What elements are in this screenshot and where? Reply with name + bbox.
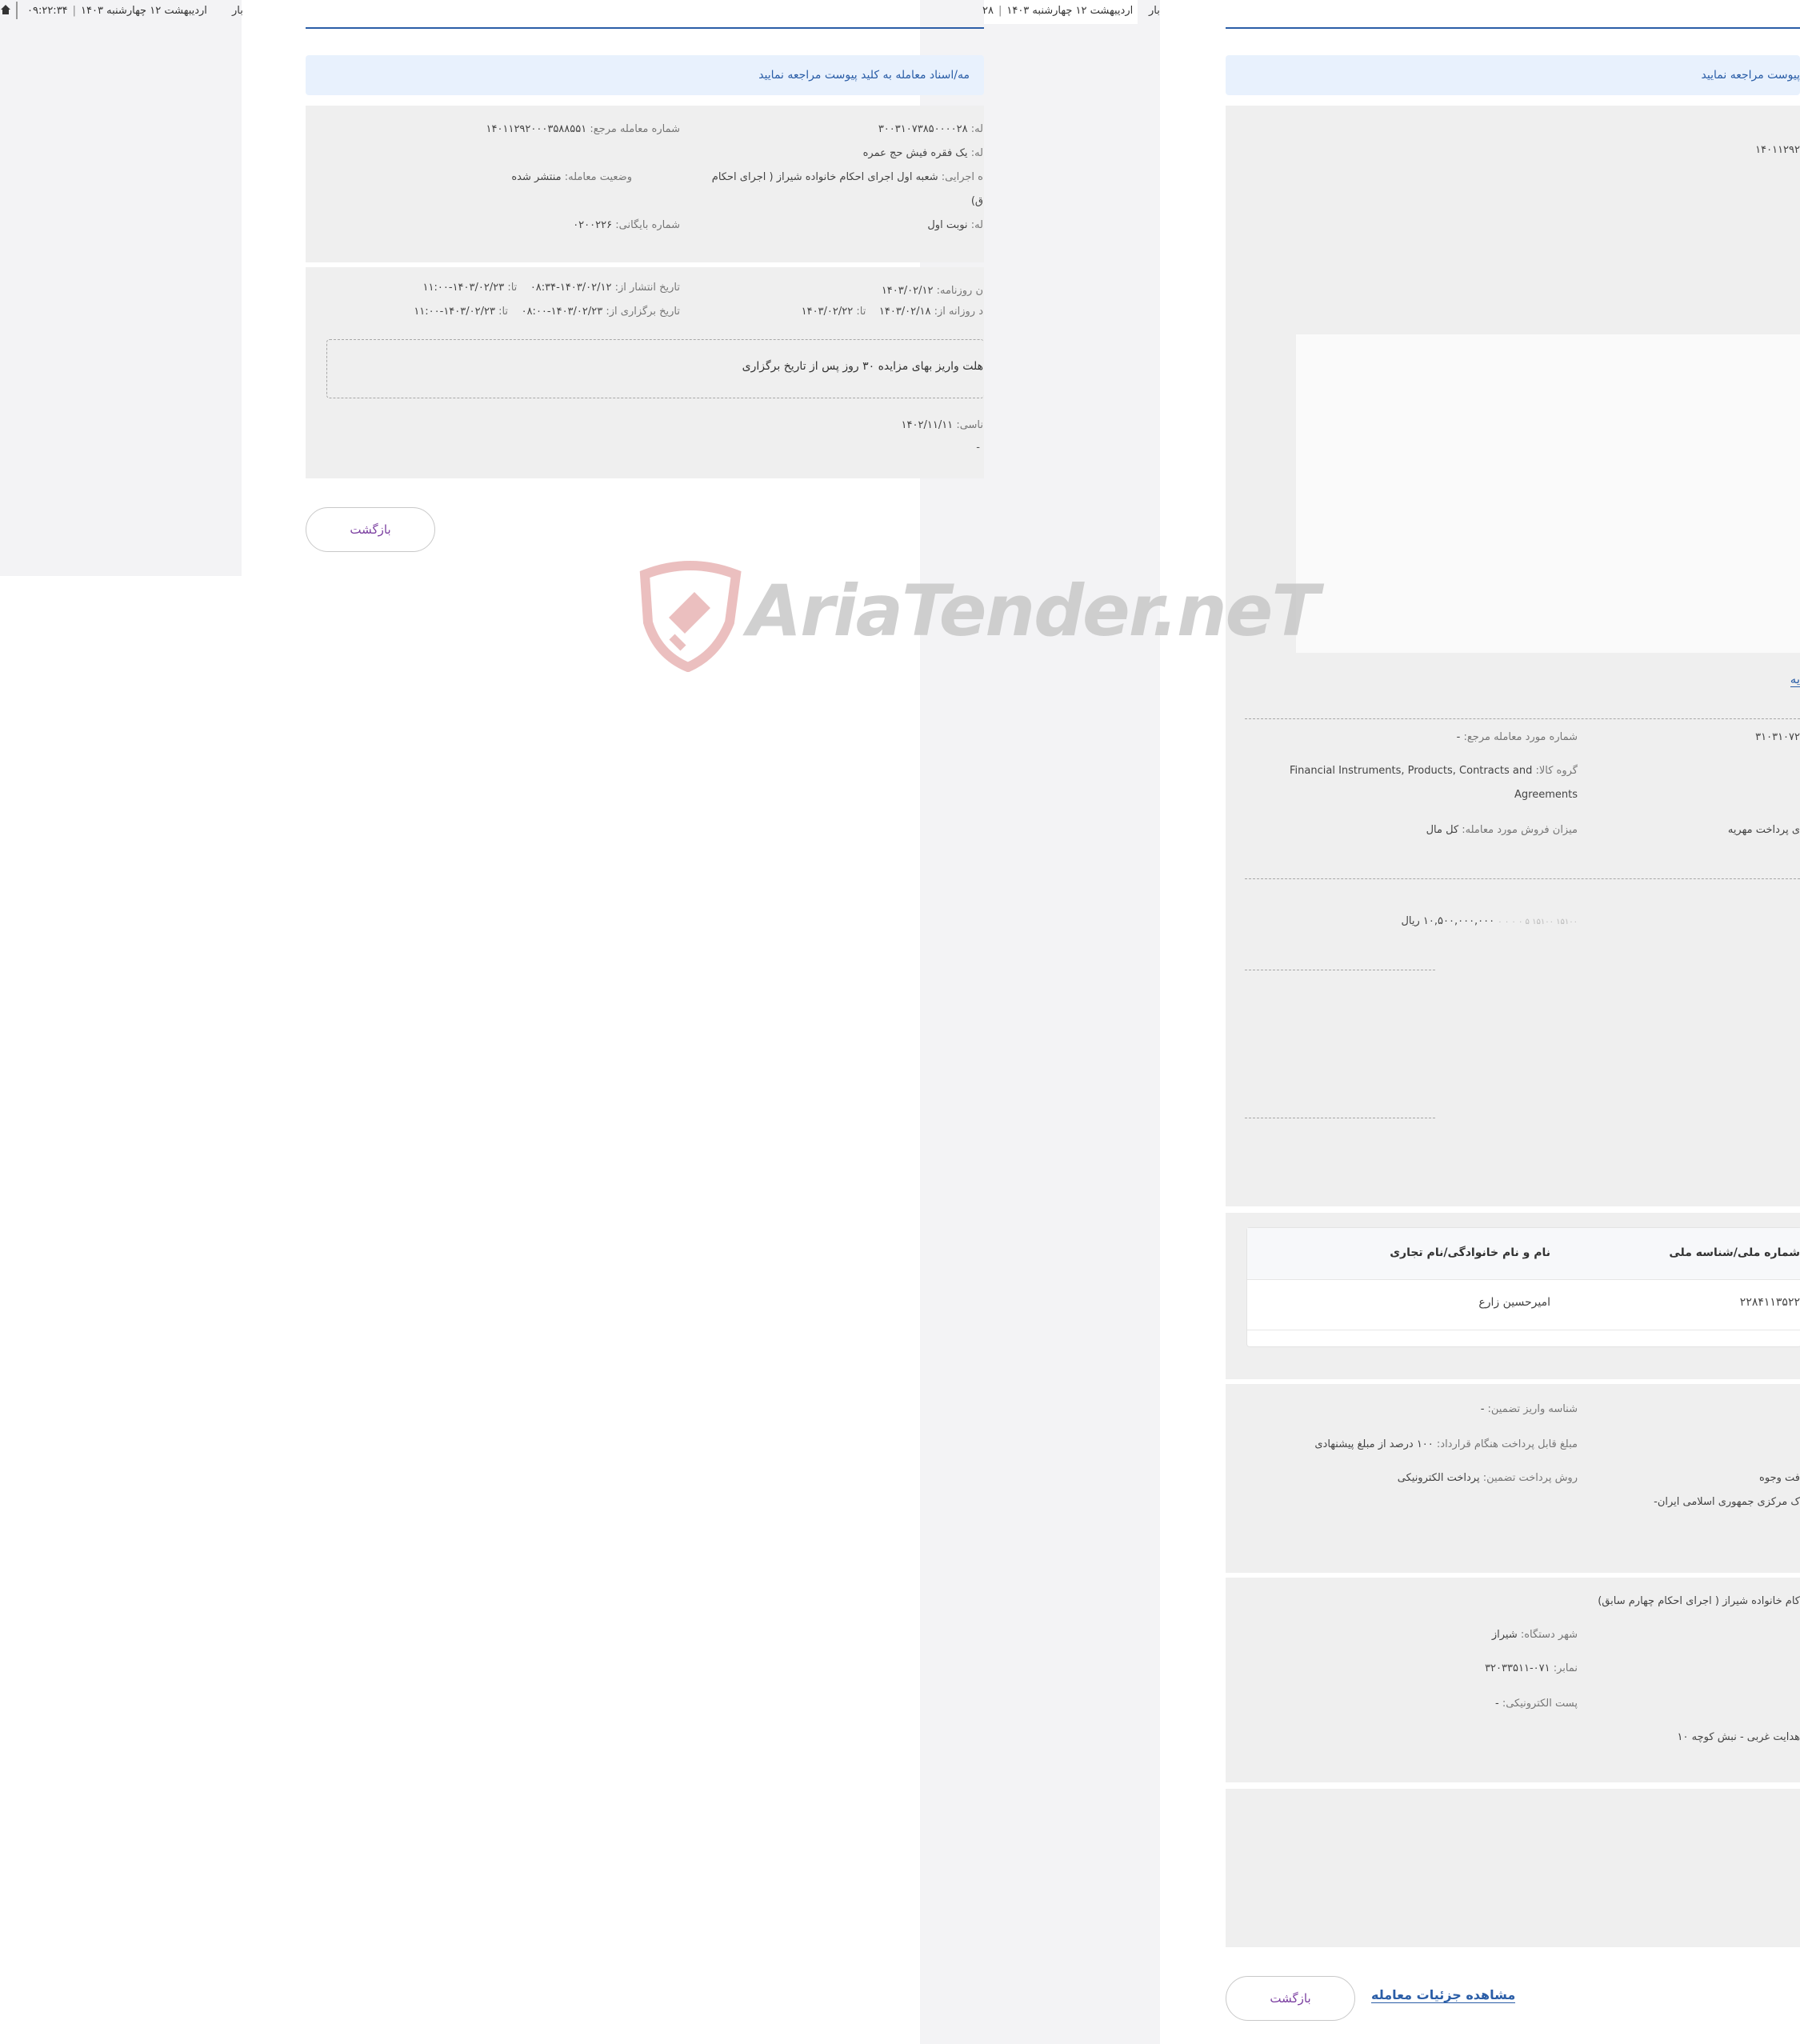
front-main-card [1226, 106, 1800, 1206]
front-section-link[interactable]: یه [1790, 672, 1800, 687]
back-archive: شماره بایگانی: ۰۲۰۰۲۲۶ [573, 219, 680, 231]
front-city: شهر دستگاه: شیراز [1491, 1629, 1578, 1641]
datebar-mid-fragment: بار [1149, 5, 1160, 17]
back-notice-text: مه/اسناد معامله به کلید پیوست مراجعه نما… [758, 69, 970, 82]
datebar-fragment: بار [232, 5, 243, 17]
col-name: نام و نام خانوادگی/نام تجاری [1390, 1246, 1550, 1259]
front-goods-group: گروه کالا: Financial Instruments, Produc… [1290, 765, 1578, 777]
watermark-logo-icon [637, 560, 744, 673]
mid-fragment: ۲۸ [982, 5, 994, 17]
time-text: ۰۹:۲۲:۳۴ [27, 5, 68, 17]
front-notice-text: پیوست مراجعه نمایید [1701, 69, 1800, 82]
back-ref-number: شماره معامله مرجع: ۱۴۰۱۱۲۹۲۰۰۰۳۵۸۸۵۵۱ [486, 123, 680, 135]
middle-gray-upper [984, 0, 1160, 576]
back-notice: مه/اسناد معامله به کلید پیوست مراجعه نما… [306, 55, 984, 95]
view-deal-details-link[interactable]: مشاهده جزئیات معامله [1371, 1987, 1516, 2003]
front-receive-fragment: فت وجوه [1759, 1472, 1800, 1484]
date-text-mid: اردیبهشت ۱۲ چهارشنبه ۱۴۰۳ [1006, 5, 1134, 17]
front-price: ۱۵۱۰۰ ۱۵۱۰۰ ۵ ۰ ۰ ۰ ۰ ۱۰,۵۰۰,۰۰۰,۰۰۰ ریا… [1401, 915, 1578, 927]
back-subject: له: یک فقره فیش حج عمره [862, 147, 983, 159]
left-gray-strip [0, 0, 242, 576]
watermark-text: AriaTender.neT [747, 570, 1319, 652]
front-method: روش پرداخت تضمین: پرداخت الکترونیکی [1397, 1472, 1578, 1484]
back-deal-number: له: ۳۰۰۳۱۰۷۳۸۵۰۰۰۰۲۸ [878, 123, 983, 135]
back-newspaper-date: ن روزنامه: ۱۴۰۳/۰۲/۱۲ [881, 285, 983, 297]
front-deal-fragment: ۳۱۰۳۱۰۷۲ [1755, 731, 1800, 743]
front-notice: پیوست مراجعه نمایید [1226, 55, 1800, 95]
front-org-name: کام خانواده شیراز ( اجرای احکام چهارم سا… [1598, 1595, 1800, 1607]
front-address-fragment: هدایت غربی - نبش کوچه ۱۰ [1677, 1731, 1800, 1743]
cell-national-id: ۲۲۸۴۱۱۳۵۲۲ [1739, 1296, 1800, 1309]
front-bank-fragment: ک مرکزی جمهوری اسلامی ایران- [1654, 1496, 1800, 1508]
front-org-card [1226, 1578, 1800, 1782]
front-ref-fragment: ۱۴۰۱۱۲۹۲ [1755, 144, 1800, 156]
home-icon[interactable] [0, 3, 10, 19]
back-expert-date: ناسی: ۱۴۰۲/۱۱/۱۱ [901, 419, 983, 431]
front-contract-pay: مبلغ قابل پرداخت هنگام قرارداد: ۱۰۰ درصد… [1314, 1438, 1578, 1450]
back-header-line [306, 27, 984, 29]
front-email: پست الکترونیکی: - [1494, 1698, 1578, 1710]
back-window-back-button[interactable]: بازگشت [306, 507, 435, 552]
front-sale-amount: میزان فروش مورد معامله: کل مال [1426, 824, 1578, 836]
back-unit-cont: ق) [970, 195, 983, 207]
date-text: اردیبهشت ۱۲ چهارشنبه ۱۴۰۳ [81, 5, 207, 17]
dashed-divider [1245, 718, 1800, 719]
back-round: له: نوبت اول [927, 219, 983, 231]
back-hold-range: تاریخ برگزاری از: ۱۴۰۳/۰۲/۲۳-۰۸:۰۰ تا: ۱… [414, 306, 680, 318]
back-status: وضعیت معامله: منتشر شده [511, 171, 632, 183]
datebar-mid: اردیبهشت ۱۲ چهارشنبه ۱۴۰۳|۲۸ [982, 5, 1134, 17]
col-national-id: شماره ملی/شناسه ملی [1669, 1246, 1800, 1259]
back-unit: ه اجرایی: شعبه اول اجرای احکام خانواده ش… [711, 171, 983, 183]
front-document-preview [1296, 334, 1800, 653]
back-dash: - [976, 442, 980, 454]
front-header-line [1226, 27, 1800, 29]
front-goods-group-cont: Agreements [1514, 789, 1578, 801]
front-back-button[interactable]: بازگشت [1226, 1976, 1355, 2021]
back-payment-note: هلت واریز بهای مزایده ۳۰ روز پس از تاریخ… [742, 360, 983, 373]
front-empty-card [1226, 1789, 1800, 1947]
front-deposit-id: شناسه واریز تضمین: - [1480, 1403, 1578, 1415]
datebar-left: اردیبهشت ۱۲ چهارشنبه ۱۴۰۳|۰۹:۲۲:۳۴ [27, 5, 207, 17]
cell-name: امیرحسین زارع [1478, 1296, 1550, 1309]
front-fax: نمابر: ۰۷۱-۳۲۰۳۳۵۱۱ [1485, 1662, 1578, 1674]
back-publish-range: تاریخ انتشار از: ۱۴۰۳/۰۲/۱۲-۰۸:۳۴ تا: ۱۴… [422, 282, 680, 294]
back-visit-range: د روزانه از: ۱۴۰۳/۰۲/۱۸ تا: ۱۴۰۳/۰۲/۲۲ [801, 306, 983, 318]
dashed-divider [1245, 878, 1800, 879]
front-ref-item: شماره مورد معامله مرجع: - [1456, 731, 1578, 743]
front-reason-fragment: ی پرداخت مهریه [1727, 824, 1800, 836]
divider [16, 2, 18, 19]
